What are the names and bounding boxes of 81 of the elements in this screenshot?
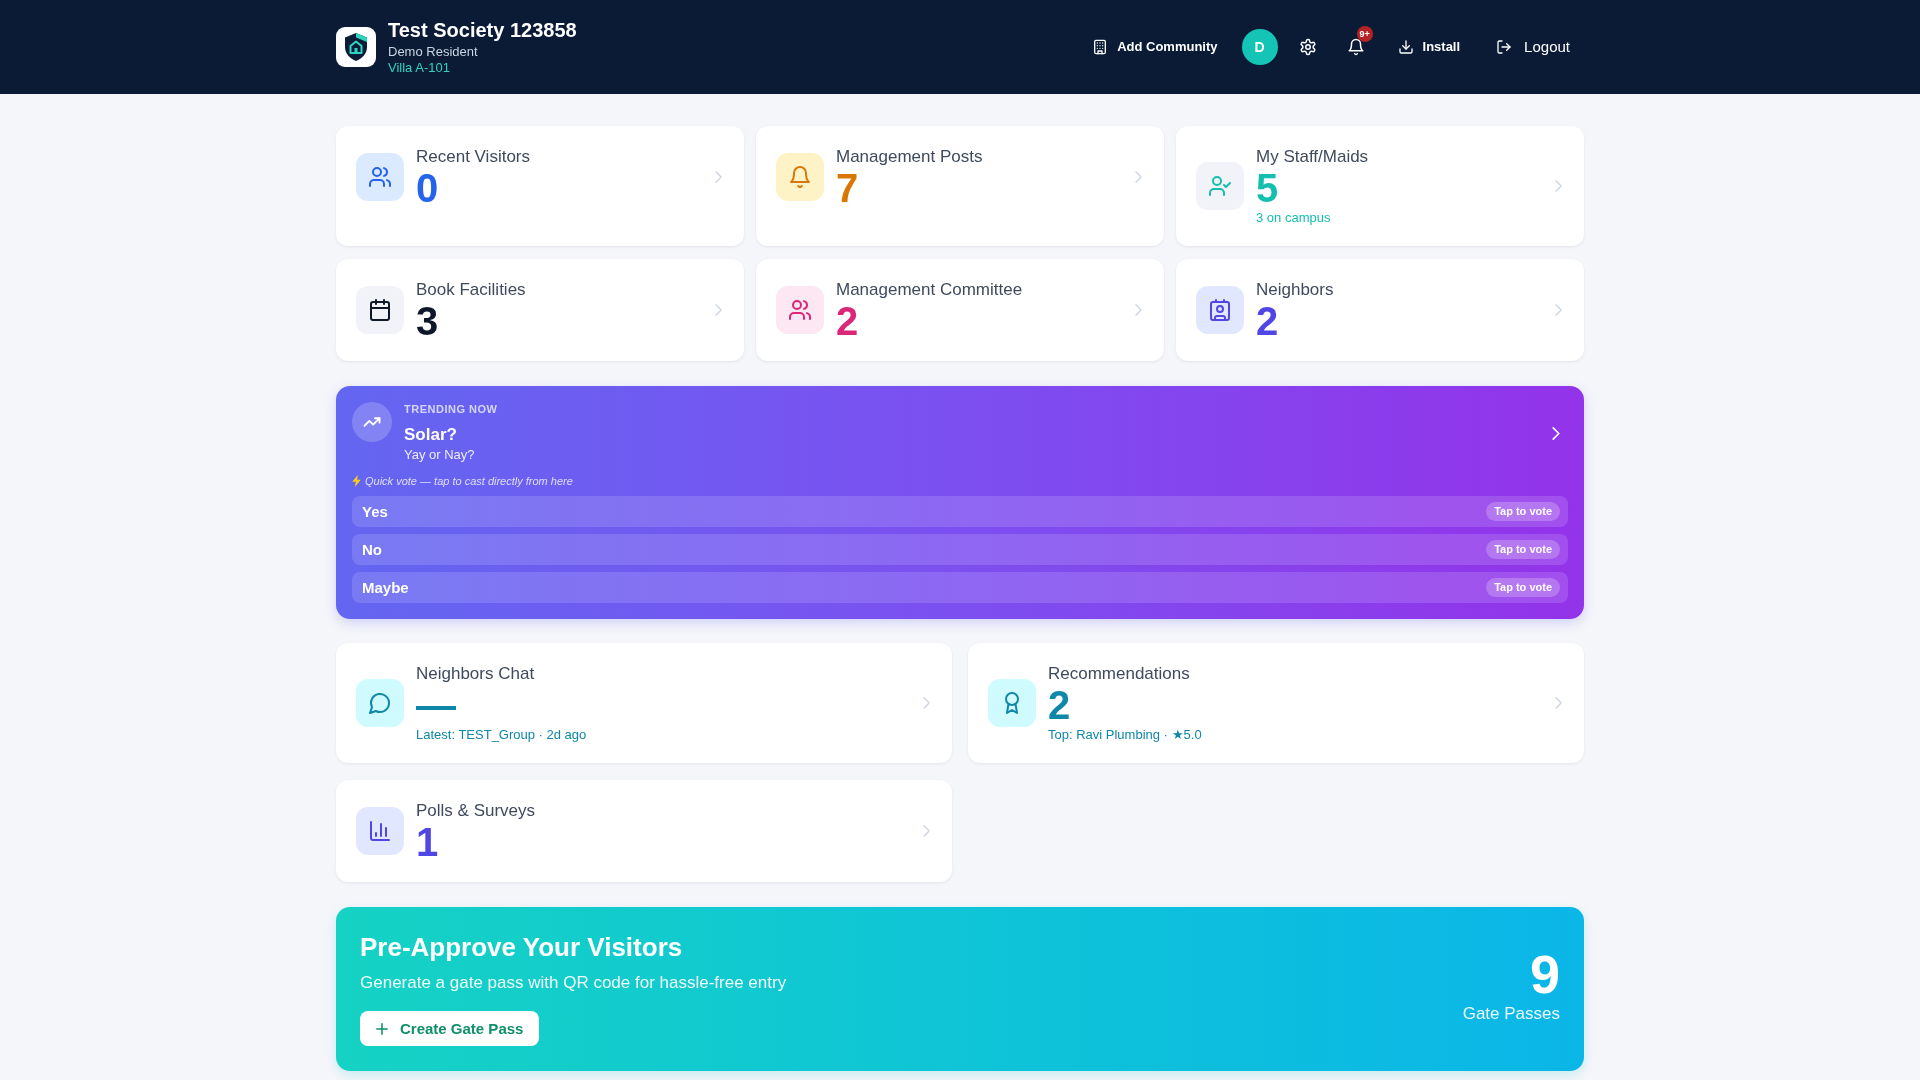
resident-role: Demo Resident <box>388 44 479 60</box>
trending-poll-card[interactable]: TRENDING NOW Solar? Yay or Nay? Quick vote — tap to cast directly from here Yes Tap to vote No Tap to vote Maybe Tap to vote <box>336 386 1584 619</box>
banner-title: Pre-Approve Your Visitors <box>360 931 684 963</box>
poll-subtitle: Yay or Nay? <box>404 446 476 464</box>
society-name: Test Society 123858 <box>388 18 577 42</box>
chevron-right-icon <box>1555 697 1562 709</box>
trending-label: TRENDING NOW <box>404 402 499 416</box>
chevron-right-icon <box>1555 304 1562 316</box>
stat-card[interactable]: Management Committee 2 <box>756 259 1164 361</box>
chevron-right-icon <box>1135 171 1142 183</box>
stat-value: 7 <box>836 168 860 208</box>
chevron-right-icon <box>1552 426 1560 440</box>
stat-card[interactable]: Management Posts 7 <box>756 126 1164 246</box>
chevron-right-icon <box>715 304 722 316</box>
users-icon <box>776 286 824 334</box>
gate-pass-count: 9 <box>1529 945 1560 1002</box>
calendar-icon <box>356 286 404 334</box>
chat-bubble-icon <box>356 679 404 727</box>
award-ribbon-icon <box>988 679 1036 727</box>
poll-option-button[interactable]: Maybe Tap to vote <box>352 572 1568 603</box>
building-icon <box>1092 39 1109 55</box>
bar-chart-icon <box>356 807 404 855</box>
card-title: Management Posts <box>836 146 984 168</box>
gate-pass-count-label: Gate Passes <box>1462 1003 1560 1024</box>
stat-card[interactable]: Book Facilities 3 <box>336 259 744 361</box>
card-title: Recent Visitors <box>416 146 531 168</box>
bell-icon <box>776 153 824 201</box>
user-check-icon <box>1196 162 1244 210</box>
chevron-right-icon <box>715 171 722 183</box>
card-subtext: Top: Ravi Plumbing · ★5.0 <box>1048 727 1203 743</box>
feature-card[interactable]: Polls & Surveys 1 <box>336 780 952 882</box>
shield-logo-icon <box>336 27 376 67</box>
chevron-right-icon <box>1135 304 1142 316</box>
stat-card[interactable]: Neighbors 2 <box>1176 259 1584 361</box>
stat-value: 2 <box>1256 301 1280 341</box>
stat-card[interactable]: Recent Visitors 0 <box>336 126 744 246</box>
card-title: Neighbors <box>1256 279 1335 301</box>
notification-count-badge: 9+ <box>1356 26 1373 42</box>
card-title: Recommendations <box>1048 663 1191 685</box>
poll-option-button[interactable]: No Tap to vote <box>352 534 1568 565</box>
create-gate-pass-button[interactable]: Create Gate Pass <box>360 1011 540 1046</box>
stat-value: 2 <box>1048 685 1072 725</box>
tap-to-vote-tag: Tap to vote <box>1486 540 1560 559</box>
chevron-right-icon <box>923 825 930 837</box>
card-title: Book Facilities <box>416 279 527 301</box>
users-icon <box>356 153 404 201</box>
card-title: Polls & Surveys <box>416 800 537 822</box>
stat-value: 3 <box>416 301 440 341</box>
stat-value: — <box>416 685 457 725</box>
card-title: My Staff/Maids <box>1256 146 1370 168</box>
unit-name: Villa A-101 <box>388 60 451 76</box>
chevron-right-icon <box>923 697 930 709</box>
banner-subtitle: Generate a gate pass with QR code for hassle-free entry <box>360 973 787 993</box>
install-button[interactable]: Install <box>1385 31 1473 63</box>
settings-icon <box>1298 38 1317 56</box>
stat-value: 5 <box>1256 168 1280 208</box>
add-community-button[interactable]: Add Community <box>1080 31 1230 63</box>
stat-value: 0 <box>416 168 440 208</box>
feature-card[interactable]: Recommendations 2 Top: Ravi Plumbing · ★5.0 <box>968 643 1584 763</box>
download-icon <box>1397 39 1414 55</box>
poll-option-button[interactable]: Yes Tap to vote <box>352 496 1568 527</box>
stat-value: 2 <box>836 301 860 341</box>
tap-to-vote-tag: Tap to vote <box>1486 578 1560 597</box>
stat-subtext: 3 on campus <box>1256 210 1332 226</box>
quick-vote-hint: Quick vote — tap to cast directly from here <box>365 474 573 488</box>
card-title: Neighbors Chat <box>416 663 536 685</box>
plus-icon <box>376 1022 388 1035</box>
logout-button[interactable]: Logout <box>1484 31 1584 63</box>
bell-icon <box>1346 38 1365 56</box>
poll-question: Solar? <box>404 424 458 446</box>
trending-up-icon <box>352 402 392 442</box>
stat-card[interactable]: My Staff/Maids 5 3 on campus <box>1176 126 1584 246</box>
person-card-icon <box>1196 286 1244 334</box>
notifications-button[interactable]: 9+ <box>1337 29 1374 65</box>
feature-card[interactable]: Neighbors Chat — Latest: TEST_Group · 2d ago <box>336 643 952 763</box>
chevron-right-icon <box>1555 180 1562 192</box>
card-title: Management Committee <box>836 279 1024 301</box>
lightning-bolt-icon <box>352 475 361 487</box>
card-subtext: Latest: TEST_Group · 2d ago <box>416 727 588 743</box>
tap-to-vote-tag: Tap to vote <box>1486 502 1560 521</box>
stat-value: 1 <box>416 822 440 862</box>
